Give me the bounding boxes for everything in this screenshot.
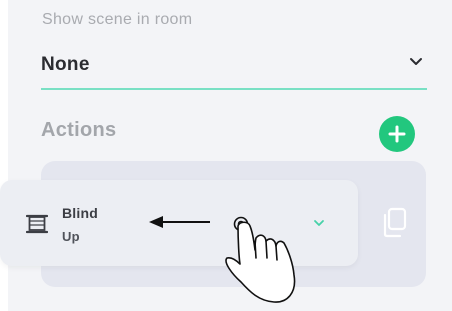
scene-field-label: Show scene in room <box>42 11 193 28</box>
action-item-name: Blind <box>62 205 98 221</box>
chevron-down-icon <box>410 58 422 65</box>
action-item-state: Up <box>62 229 80 244</box>
scene-select-underline <box>41 88 427 90</box>
scene-select[interactable]: None <box>41 52 427 86</box>
scene-select-value: None <box>41 54 90 75</box>
action-item-blind[interactable]: Blind Up <box>0 180 358 266</box>
copy-icon[interactable] <box>380 207 408 239</box>
actions-title: Actions <box>41 119 117 141</box>
chevron-down-icon[interactable] <box>313 218 325 228</box>
plus-icon <box>388 125 406 143</box>
blind-icon <box>26 214 48 234</box>
add-action-button[interactable] <box>379 116 415 152</box>
